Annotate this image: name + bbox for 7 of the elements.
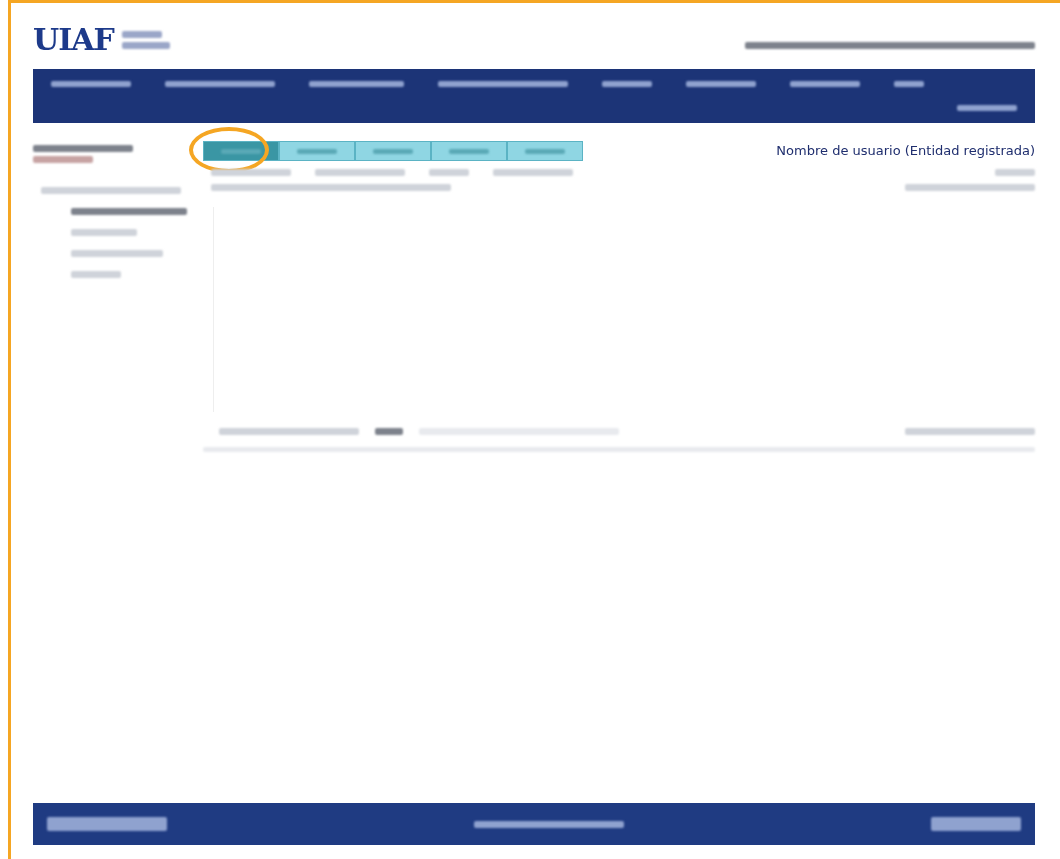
user-name-label: Nombre de usuario (Entidad registrada) xyxy=(776,142,1035,161)
tab[interactable] xyxy=(507,141,583,161)
tab[interactable] xyxy=(279,141,355,161)
logo: UIAF xyxy=(33,25,114,55)
tab[interactable] xyxy=(203,141,279,161)
tab[interactable] xyxy=(431,141,507,161)
tab[interactable] xyxy=(355,141,431,161)
